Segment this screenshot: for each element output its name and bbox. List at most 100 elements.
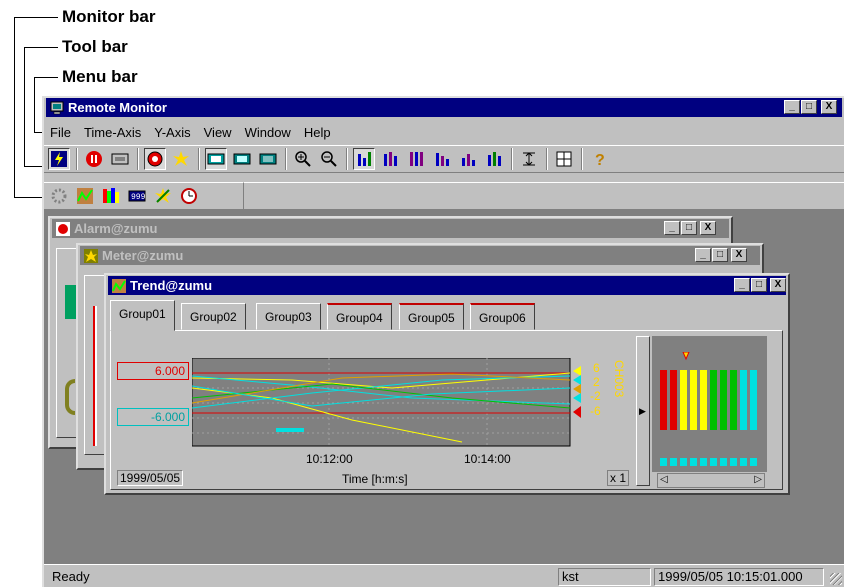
resize-grip-icon[interactable] — [830, 573, 842, 585]
connect-button[interactable] — [48, 148, 70, 170]
alarm-maximize-button[interactable]: □ — [681, 221, 697, 235]
tab-group05[interactable]: Group05 — [399, 303, 464, 330]
help-icon: ? — [595, 152, 605, 168]
zoom-out-icon — [321, 151, 337, 167]
annotation-tool-bar: Tool bar — [62, 37, 128, 56]
bars-5-button[interactable] — [457, 148, 479, 170]
grid-button[interactable] — [553, 148, 575, 170]
monitor-icon — [50, 101, 64, 114]
scale-label-2: 2 — [593, 375, 600, 389]
toolbar-separator — [546, 148, 548, 170]
stop-button[interactable] — [83, 148, 105, 170]
ch-button[interactable] — [205, 148, 227, 170]
tab-group03[interactable]: Group03 — [256, 303, 321, 330]
alarm-titlebar[interactable]: Alarm@zumu — [52, 219, 729, 238]
scale-icon — [523, 152, 535, 166]
status-host: kst — [558, 568, 651, 586]
trend-title: Trend@zumu — [130, 278, 213, 293]
meter-minimize-button[interactable]: _ — [695, 248, 711, 262]
lower-value-box[interactable]: -6.000 — [117, 408, 189, 426]
bar-graph — [660, 352, 757, 466]
meter-maximize-button[interactable]: □ — [712, 248, 728, 262]
maximize-button[interactable]: □ — [801, 100, 817, 114]
trend-close-button[interactable]: X — [770, 278, 786, 292]
annotation-monitor-bar: Monitor bar — [62, 7, 156, 26]
flash-button[interactable] — [170, 148, 192, 170]
bars-6-button[interactable] — [483, 148, 505, 170]
scale-button[interactable] — [518, 148, 540, 170]
alarm-button[interactable] — [144, 148, 166, 170]
zoom-out-button[interactable] — [318, 148, 340, 170]
tag-button[interactable] — [231, 148, 253, 170]
bars-1-button[interactable] — [353, 148, 375, 170]
monitor-bar-empty — [244, 182, 844, 210]
trend-maximize-button[interactable]: □ — [751, 278, 767, 292]
scroll-right-icon[interactable]: ▷ — [754, 474, 762, 485]
trend-icon — [77, 188, 93, 204]
tab-group01[interactable]: Group01 — [110, 300, 175, 331]
toolbar-separator — [511, 148, 513, 170]
tab-group06[interactable]: Group06 — [470, 303, 535, 330]
gear-icon — [51, 188, 67, 204]
toolbar-separator — [581, 148, 583, 170]
monitor-bar: 999 — [44, 182, 244, 210]
menu-view[interactable]: View — [204, 125, 232, 140]
toolbar-separator — [137, 148, 139, 170]
tab-group02[interactable]: Group02 — [181, 303, 246, 330]
date-box: 1999/05/05 — [117, 470, 184, 486]
meter-titlebar[interactable]: Meter@zumu — [80, 246, 760, 265]
scale-label-minus-6: -6 — [590, 404, 601, 418]
bars-2-button[interactable] — [379, 148, 401, 170]
toolbar-separator — [76, 148, 78, 170]
tab-group04[interactable]: Group04 — [327, 303, 392, 330]
menu-y-axis[interactable]: Y-Axis — [154, 125, 190, 140]
svg-text:?: ? — [595, 152, 605, 168]
tool-bar: ? — [44, 145, 844, 173]
alarm-close-button[interactable]: X — [700, 221, 716, 235]
menu-file[interactable]: File — [50, 125, 71, 140]
meter-close-button[interactable]: X — [731, 248, 747, 262]
app-title: Remote Monitor — [68, 100, 167, 115]
digital-monitor-button[interactable]: 999 — [126, 185, 148, 207]
comment-button[interactable] — [257, 148, 279, 170]
monitor-settings-button[interactable] — [48, 185, 70, 207]
bars-3-button[interactable] — [405, 148, 427, 170]
alarm-gauge — [65, 379, 75, 415]
trend-minimize-button[interactable]: _ — [734, 278, 750, 292]
alarm-title: Alarm@zumu — [74, 221, 158, 236]
bar-monitor-button[interactable] — [100, 185, 122, 207]
bar-vertical-scrollbar[interactable] — [766, 336, 778, 472]
channel-label: CH003 — [612, 360, 626, 398]
meter-icon — [84, 248, 98, 263]
tape-icon — [111, 153, 129, 165]
zoom-in-button[interactable] — [292, 148, 314, 170]
digital-icon: 999 — [128, 190, 146, 202]
toolbar-separator — [285, 148, 287, 170]
bar-chart-icon — [488, 152, 501, 166]
meter-needle-track — [93, 306, 97, 446]
trend-titlebar[interactable]: Trend@zumu — [108, 276, 786, 295]
scale-label-minus-2: -2 — [590, 389, 601, 403]
leader-tool-h — [24, 47, 58, 48]
help-button[interactable]: ? — [588, 148, 610, 170]
x-axis-label: Time [h:m:s] — [342, 472, 408, 486]
alarm-minimize-button[interactable]: _ — [664, 221, 680, 235]
close-button[interactable]: X — [821, 100, 837, 114]
menu-help[interactable]: Help — [304, 125, 331, 140]
print-button[interactable] — [109, 148, 131, 170]
upper-value-box[interactable]: 6.000 — [117, 362, 189, 380]
trend-graph — [192, 358, 571, 447]
trend-icon — [112, 278, 126, 293]
scroll-left-icon[interactable]: ◁ — [660, 474, 668, 485]
minimize-button[interactable]: _ — [784, 100, 800, 114]
menu-window[interactable]: Window — [245, 125, 291, 140]
trend-monitor-button[interactable] — [74, 185, 96, 207]
clock-monitor-button[interactable] — [178, 185, 200, 207]
zoom-box[interactable]: x 1 — [607, 470, 630, 486]
meter-monitor-button[interactable] — [152, 185, 174, 207]
app-titlebar[interactable]: Remote Monitor — [46, 98, 842, 117]
bar-horizontal-scrollbar[interactable]: ◁ ▷ — [657, 473, 765, 488]
scale-label-6: 6 — [593, 361, 600, 375]
menu-time-axis[interactable]: Time-Axis — [84, 125, 141, 140]
bars-4-button[interactable] — [431, 148, 453, 170]
